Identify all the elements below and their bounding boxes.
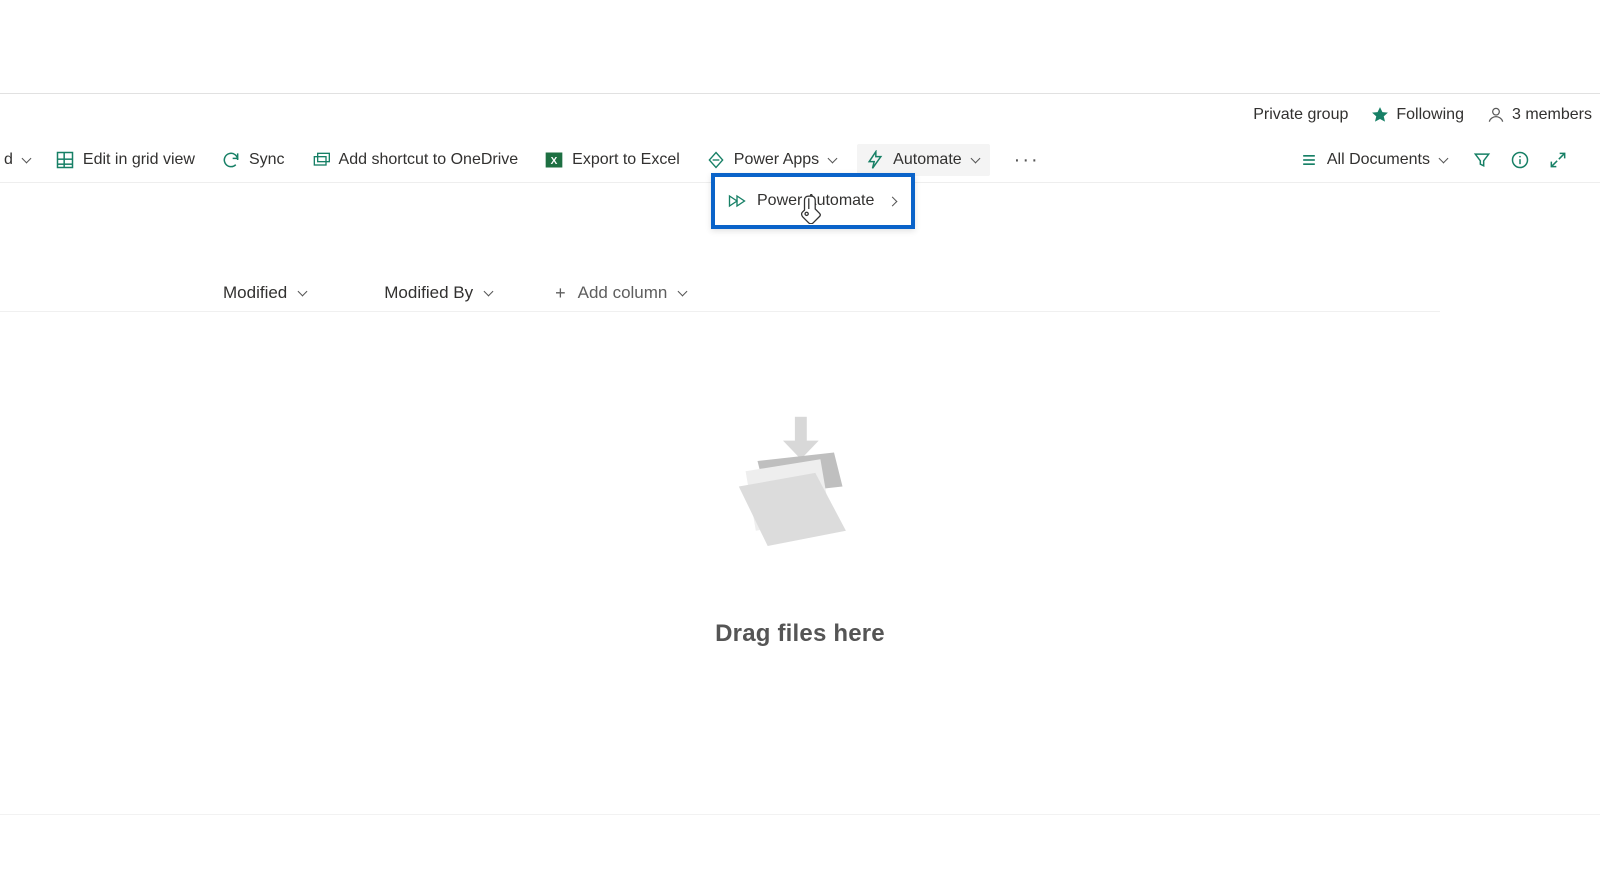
sync-label: Sync (249, 151, 285, 169)
edit-in-grid-button[interactable]: Edit in grid view (47, 144, 203, 176)
add-shortcut-button[interactable]: Add shortcut to OneDrive (303, 144, 527, 176)
person-icon (1486, 105, 1506, 125)
chevron-down-icon (297, 287, 309, 299)
add-column-label: Add column (578, 283, 668, 303)
chevron-right-icon (887, 195, 899, 207)
following-button[interactable]: Following (1370, 105, 1464, 125)
page-meta-bar: Private group Following 3 members (0, 93, 1600, 135)
new-button-truncated[interactable]: d (0, 145, 37, 175)
sync-icon (221, 150, 241, 170)
column-modified[interactable]: Modified (223, 283, 309, 303)
filter-icon (1472, 150, 1492, 170)
members-button[interactable]: 3 members (1486, 105, 1592, 125)
view-label: All Documents (1327, 151, 1430, 169)
excel-icon: X (544, 150, 564, 170)
grid-icon (55, 150, 75, 170)
column-headers: Modified Modified By + Add column (0, 275, 1600, 311)
shortcut-label: Add shortcut to OneDrive (339, 151, 519, 169)
info-button[interactable] (1506, 144, 1534, 176)
chevron-down-icon (677, 287, 689, 299)
chevron-down-icon (970, 154, 982, 166)
export-to-excel-button[interactable]: X Export to Excel (536, 144, 688, 176)
power-apps-label: Power Apps (734, 151, 819, 169)
private-group-label: Private group (1253, 106, 1348, 124)
column-modified-by[interactable]: Modified By (384, 283, 495, 303)
view-switcher[interactable]: All Documents (1291, 144, 1458, 176)
power-automate-label: Power Automate (757, 192, 887, 210)
export-excel-label: Export to Excel (572, 151, 680, 169)
onedrive-shortcut-icon (311, 150, 331, 170)
chevron-down-icon (827, 154, 839, 166)
edit-grid-label: Edit in grid view (83, 151, 195, 169)
power-apps-button[interactable]: Power Apps (698, 144, 847, 176)
empty-state[interactable]: Drag files here (0, 410, 1600, 648)
filter-button[interactable] (1468, 144, 1496, 176)
folder-drop-icon (715, 410, 885, 580)
automate-button[interactable]: Automate (857, 144, 989, 176)
sync-button[interactable]: Sync (213, 144, 293, 176)
automate-label: Automate (893, 151, 961, 169)
expand-button[interactable] (1544, 144, 1572, 176)
members-count: 3 members (1512, 106, 1592, 124)
column-modified-label: Modified (223, 283, 287, 303)
following-label: Following (1396, 106, 1464, 124)
star-icon (1370, 105, 1390, 125)
expand-icon (1548, 150, 1568, 170)
svg-text:X: X (551, 156, 558, 167)
automate-dropdown-item[interactable]: Power Automate (711, 173, 915, 229)
chevron-down-icon (21, 154, 33, 166)
power-apps-icon (706, 150, 726, 170)
chevron-down-icon (483, 287, 495, 299)
footer-divider (0, 814, 1600, 815)
chevron-down-icon (1438, 154, 1450, 166)
automate-icon (865, 150, 885, 170)
empty-message: Drag files here (715, 620, 885, 648)
more-actions-button[interactable]: ··· (1000, 154, 1054, 166)
list-icon (1299, 150, 1319, 170)
new-label-truncated: d (4, 151, 13, 169)
info-icon (1510, 150, 1530, 170)
columns-divider (0, 311, 1440, 312)
power-automate-icon (727, 191, 747, 211)
add-column-button[interactable]: + Add column (555, 283, 689, 303)
column-modified-by-label: Modified By (384, 283, 473, 303)
